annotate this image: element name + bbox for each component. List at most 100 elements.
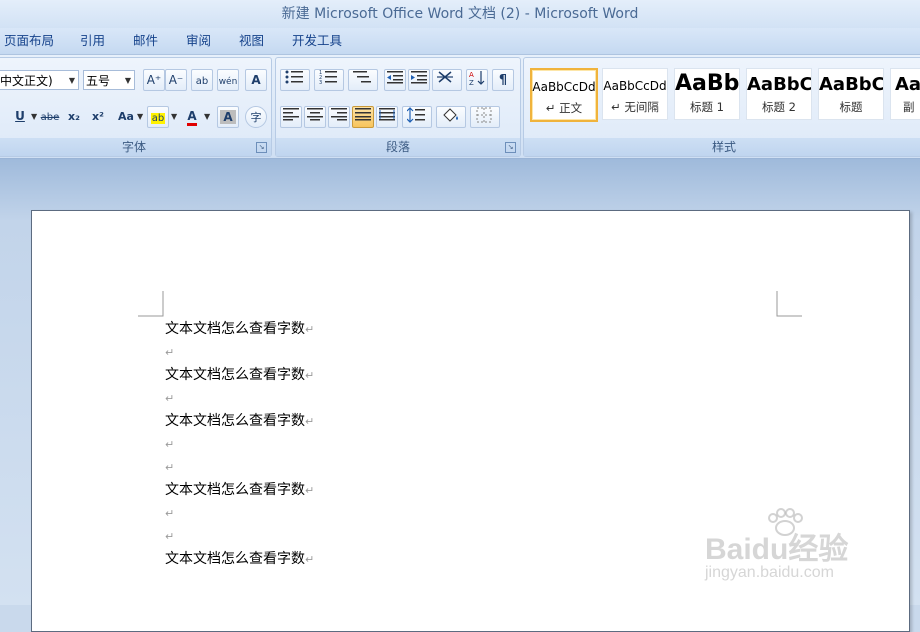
change-case-icon: Aa: [118, 110, 134, 123]
paragraph-line[interactable]: 文本文档怎么查看字数↵: [165, 549, 314, 569]
dialog-launcher-icon[interactable]: ↘: [505, 142, 516, 153]
borders-icon: [476, 107, 492, 123]
bullets-button[interactable]: [280, 69, 310, 91]
tab-references[interactable]: 引用: [80, 28, 105, 54]
chevron-down-icon: ▼: [137, 112, 144, 121]
multilevel-list-button[interactable]: [348, 69, 378, 91]
align-center-icon: [307, 108, 323, 121]
chevron-down-icon: ▼: [31, 112, 38, 121]
numbering-button[interactable]: 123: [314, 69, 344, 91]
chinese-layout-button[interactable]: [432, 69, 462, 91]
styles-group-label: 样式: [524, 138, 920, 156]
decrease-indent-icon: [387, 71, 403, 84]
shrink-font-icon: A⁻: [168, 73, 184, 87]
chevron-down-icon: ▼: [171, 112, 178, 121]
dialog-launcher-icon[interactable]: ↘: [256, 142, 267, 153]
style-heading-2[interactable]: AaBbC 标题 2: [746, 68, 812, 120]
style-subtitle[interactable]: Aa 副: [890, 68, 920, 120]
paragraph-text: 文本文档怎么查看字数: [165, 367, 305, 383]
clear-format-icon: ab: [195, 76, 209, 87]
font-size-select[interactable]: 五号 ▼: [83, 70, 135, 90]
ribbon: 中文正文) ▼ 五号 ▼ A⁺ A⁻ ab wén A U ▼ abe x₂ x…: [0, 55, 920, 159]
underline-button[interactable]: U: [9, 106, 31, 128]
highlighter-icon: ab: [150, 113, 166, 124]
grow-font-button[interactable]: A⁺: [143, 69, 165, 91]
tab-view[interactable]: 视图: [239, 28, 264, 54]
font-color-button[interactable]: A: [181, 106, 203, 128]
align-right-icon: [331, 108, 347, 121]
tab-review[interactable]: 审阅: [186, 28, 211, 54]
paragraph-line[interactable]: ↵: [165, 388, 174, 408]
document-page[interactable]: 文本文档怎么查看字数↵ ↵ 文本文档怎么查看字数↵ ↵ 文本文档怎么查看字数↵ …: [31, 210, 910, 632]
change-case-button[interactable]: Aa: [113, 106, 139, 128]
paragraph-line[interactable]: ↵: [165, 434, 174, 454]
paragraph-mark-icon: ↵: [305, 369, 315, 382]
style-sample: Aa: [895, 74, 920, 95]
underline-icon: U: [15, 109, 25, 123]
paragraph-line[interactable]: ↵: [165, 503, 174, 523]
character-border-button[interactable]: A: [245, 69, 267, 91]
window-title: 新建 Microsoft Office Word 文档 (2) - Micros…: [281, 6, 639, 22]
character-shading-button[interactable]: A: [217, 106, 239, 128]
chevron-down-icon: ▼: [68, 76, 75, 85]
paragraph-line[interactable]: ↵: [165, 526, 174, 546]
paragraph-mark-icon: ↵: [305, 484, 315, 497]
paragraph-line[interactable]: ↵: [165, 342, 174, 362]
show-marks-button[interactable]: ¶: [492, 69, 514, 91]
styles-group: AaBbCcDd ↵ 正文 AaBbCcDd ↵ 无间隔 AaBb 标题 1 A…: [523, 57, 920, 157]
highlight-button[interactable]: ab: [147, 106, 169, 128]
borders-button[interactable]: [470, 106, 500, 128]
style-title[interactable]: AaBbC 标题: [818, 68, 884, 120]
superscript-icon: x²: [92, 110, 104, 123]
justify-button[interactable]: [352, 106, 374, 128]
strikethrough-button[interactable]: abe: [39, 106, 61, 128]
paragraph-text: 文本文档怎么查看字数: [165, 413, 305, 429]
style-normal[interactable]: AaBbCcDd ↵ 正文: [530, 68, 598, 122]
style-heading-1[interactable]: AaBb 标题 1: [674, 68, 740, 120]
paragraph-text: 文本文档怎么查看字数: [165, 551, 305, 567]
tab-developer[interactable]: 开发工具: [292, 28, 342, 54]
character-shading-icon: A: [220, 110, 236, 124]
increase-indent-button[interactable]: [408, 69, 430, 91]
paragraph-mark-icon: ↵: [305, 323, 315, 336]
sort-button[interactable]: AZ: [466, 69, 488, 91]
justify-icon: [355, 108, 371, 121]
shading-button[interactable]: [436, 106, 466, 128]
crop-mark-top-left-icon: [138, 291, 164, 317]
subscript-button[interactable]: x₂: [63, 106, 85, 128]
decrease-indent-button[interactable]: [384, 69, 406, 91]
phonetic-guide-icon: wén: [218, 77, 238, 87]
paragraph-mark-icon: ↵: [165, 507, 175, 520]
line-spacing-button[interactable]: [402, 106, 432, 128]
align-left-icon: [283, 108, 299, 121]
clear-format-button[interactable]: ab: [191, 69, 213, 91]
increase-indent-icon: [411, 71, 427, 84]
align-left-button[interactable]: [280, 106, 302, 128]
paragraph-line[interactable]: 文本文档怎么查看字数↵: [165, 365, 314, 385]
paragraph-line[interactable]: ↵: [165, 457, 174, 477]
paragraph-line[interactable]: 文本文档怎么查看字数↵: [165, 480, 314, 500]
phonetic-guide-button[interactable]: wén: [217, 69, 239, 91]
superscript-button[interactable]: x²: [87, 106, 109, 128]
enclose-characters-button[interactable]: 字: [245, 106, 267, 128]
paragraph-line[interactable]: 文本文档怎么查看字数↵: [165, 319, 314, 339]
style-sample: AaBbC: [747, 74, 812, 95]
paragraph-line[interactable]: 文本文档怎么查看字数↵: [165, 411, 314, 431]
distributed-button[interactable]: [376, 106, 398, 128]
style-no-spacing[interactable]: AaBbCcDd ↵ 无间隔: [602, 68, 668, 120]
sort-icon: AZ: [469, 71, 485, 87]
tab-page-layout[interactable]: 页面布局: [4, 28, 54, 54]
font-name-select[interactable]: 中文正文) ▼: [0, 70, 79, 90]
paragraph-mark-icon: ↵: [165, 530, 175, 543]
style-name: ↵ 正文: [545, 101, 583, 115]
paragraph-mark-icon: ↵: [305, 415, 315, 428]
style-sample: AaBbC: [819, 74, 884, 95]
align-center-button[interactable]: [304, 106, 326, 128]
tab-mailings[interactable]: 邮件: [133, 28, 158, 54]
align-right-button[interactable]: [328, 106, 350, 128]
strikethrough-icon: abe: [40, 112, 60, 123]
multilevel-list-icon: [353, 71, 371, 83]
paragraph-mark-icon: ↵: [165, 461, 175, 474]
pilcrow-icon: ¶: [498, 73, 508, 88]
shrink-font-button[interactable]: A⁻: [165, 69, 187, 91]
